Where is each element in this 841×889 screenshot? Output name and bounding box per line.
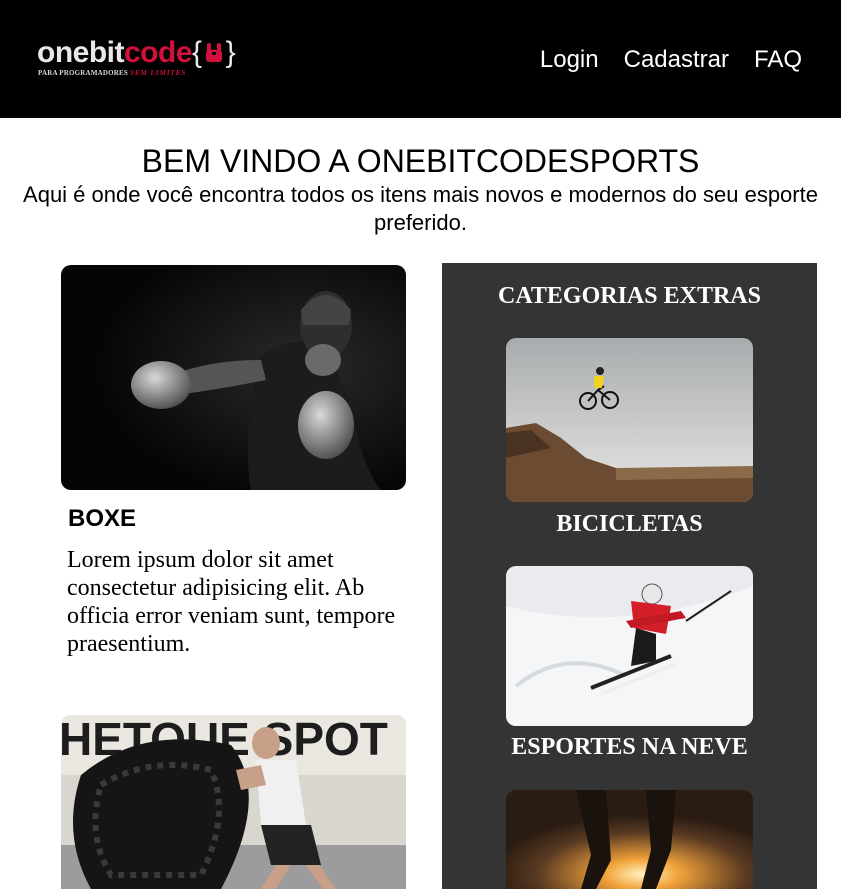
main-nav: Login Cadastrar FAQ (540, 46, 802, 74)
sidebar-title: CATEGORIAS EXTRAS (498, 283, 761, 309)
nav-login-link[interactable]: Login (540, 46, 599, 74)
tagline-main: PARA PROGRAMADORES (38, 69, 128, 77)
brand-logo[interactable]: onebitcode{ } PARA PROGRAMADORES SEM LIM… (37, 36, 236, 77)
bicycle-image[interactable] (506, 338, 753, 502)
rock-hand-icon (205, 43, 222, 62)
site-header: onebitcode{ } PARA PROGRAMADORES SEM LIM… (0, 0, 841, 118)
logo-brace-close: } (225, 36, 236, 69)
logo-brace-open: { (192, 36, 202, 69)
featured-card-title: BOXE (68, 505, 137, 532)
page-title: BEM VINDO A ONEBITCODESPORTS (141, 143, 700, 179)
page-subtitle: Aqui é onde você encontra todos os itens… (23, 182, 818, 235)
nav-faq-link[interactable]: FAQ (754, 46, 802, 74)
extra-categories-sidebar: CATEGORIAS EXTRAS BICICLETAS ESPORTES NA… (442, 263, 817, 889)
logo-wordmark: onebitcode{ } (37, 36, 236, 70)
logo-tagline: PARA PROGRAMADORES SEM LIMITES (38, 69, 186, 77)
snow-sports-image[interactable] (506, 566, 753, 726)
logo-text-code: code (124, 36, 193, 69)
logo-text-onebit: onebit (37, 36, 125, 69)
tire-flip-image[interactable]: HETOUE SPOT (61, 715, 406, 889)
running-image[interactable] (506, 790, 753, 889)
category-label-bicycles[interactable]: BICICLETAS (442, 511, 817, 538)
featured-card-text: Lorem ipsum dolor sit amet consectetur a… (67, 547, 396, 657)
category-label-snow-sports[interactable]: ESPORTES NA NEVE (442, 734, 817, 761)
tagline-accent: SEM LIMITES (129, 69, 187, 77)
nav-register-link[interactable]: Cadastrar (624, 46, 729, 74)
boxing-image[interactable] (61, 265, 406, 490)
